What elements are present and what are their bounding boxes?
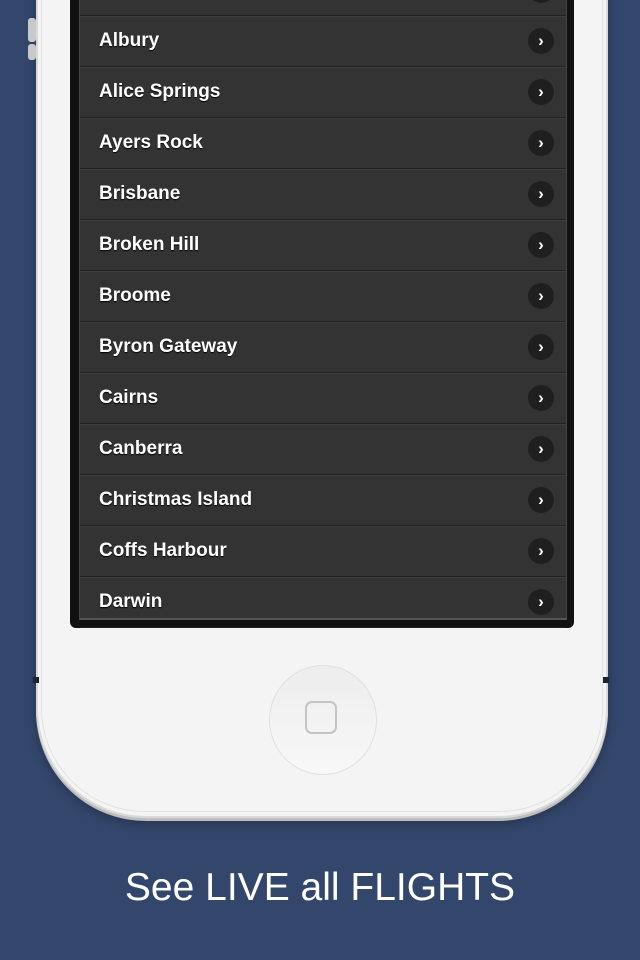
list-item-label: Darwin bbox=[99, 591, 163, 612]
list-item-label: Canberra bbox=[99, 438, 183, 459]
caption: See LIVE all FLIGHTS bbox=[124, 866, 516, 909]
phone-screen: ›Albury›Alice Springs›Ayers Rock›Brisban… bbox=[70, 0, 574, 628]
list-item-label: Coffs Harbour bbox=[99, 540, 227, 561]
frame-notch bbox=[603, 677, 609, 683]
chevron-right-icon[interactable]: › bbox=[528, 487, 554, 513]
list-item[interactable]: Christmas Island › bbox=[80, 475, 566, 526]
list-item[interactable]: Ayers Rock › bbox=[80, 118, 566, 169]
list-item[interactable]: Coffs Harbour › bbox=[80, 526, 566, 577]
volume-button bbox=[28, 18, 36, 42]
list-item[interactable]: Broome › bbox=[80, 271, 566, 322]
chevron-right-icon[interactable]: › bbox=[528, 232, 554, 258]
home-square-icon bbox=[305, 701, 337, 734]
chevron-right-icon[interactable]: › bbox=[528, 334, 554, 360]
chevron-right-icon[interactable]: › bbox=[528, 28, 554, 54]
list-item-label: Brisbane bbox=[99, 183, 181, 204]
list-item[interactable]: Byron Gateway › bbox=[80, 322, 566, 373]
list-item[interactable]: Darwin › bbox=[80, 577, 566, 628]
volume-button bbox=[28, 44, 36, 60]
list-item-label: Broome bbox=[99, 285, 171, 306]
chevron-right-icon[interactable]: › bbox=[528, 538, 554, 564]
chevron-right-icon[interactable]: › bbox=[528, 79, 554, 105]
chevron-right-icon[interactable]: › bbox=[528, 130, 554, 156]
list-item-label: Byron Gateway bbox=[99, 336, 238, 357]
home-button[interactable] bbox=[269, 665, 377, 775]
list-item-label: Alice Springs bbox=[99, 81, 221, 102]
list-item[interactable]: Brisbane › bbox=[80, 169, 566, 220]
list-item[interactable]: Albury › bbox=[80, 16, 566, 67]
chevron-right-icon[interactable]: › bbox=[528, 0, 554, 3]
list-item[interactable]: Cairns › bbox=[80, 373, 566, 424]
list-item-label: Cairns bbox=[99, 387, 159, 408]
list-item[interactable]: Canberra › bbox=[80, 424, 566, 475]
frame-notch bbox=[33, 677, 39, 683]
chevron-right-icon[interactable]: › bbox=[528, 436, 554, 462]
chevron-right-icon[interactable]: › bbox=[528, 589, 554, 615]
list-item[interactable]: Alice Springs › bbox=[80, 67, 566, 118]
list-item-label: Broken Hill bbox=[99, 234, 200, 255]
list-item-label: Christmas Island bbox=[99, 489, 253, 510]
chevron-right-icon[interactable]: › bbox=[528, 283, 554, 309]
list-item[interactable]: Broken Hill › bbox=[80, 220, 566, 271]
airport-list[interactable]: ›Albury›Alice Springs›Ayers Rock›Brisban… bbox=[79, 0, 567, 628]
chevron-right-icon[interactable]: › bbox=[528, 181, 554, 207]
list-item-label: Ayers Rock bbox=[99, 132, 203, 153]
list-item[interactable]: › bbox=[80, 0, 566, 16]
list-item-label: Albury bbox=[99, 30, 160, 51]
chevron-right-icon[interactable]: › bbox=[528, 385, 554, 411]
